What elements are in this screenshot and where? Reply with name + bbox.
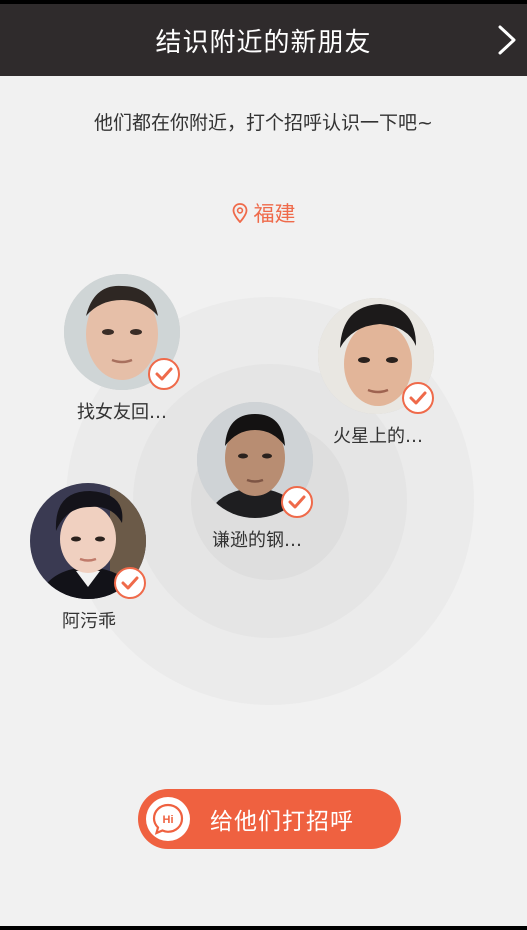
chevron-right-icon — [498, 25, 516, 55]
page-title: 结识附近的新朋友 — [155, 27, 372, 58]
checkmark-icon — [288, 495, 306, 509]
location-label: 福建 — [0, 198, 527, 228]
bottom-edge — [0, 926, 527, 930]
next-button[interactable] — [487, 4, 527, 76]
nearby-user-4[interactable]: 阿污乖 — [9, 483, 169, 633]
location-pin-icon — [232, 203, 247, 223]
selected-check-badge[interactable] — [281, 486, 313, 518]
checkmark-icon — [409, 391, 427, 405]
greet-button-label: 给他们打招呼 — [210, 809, 354, 835]
selected-check-badge[interactable] — [402, 382, 434, 414]
selected-check-badge[interactable] — [148, 358, 180, 390]
hi-badge-text: Hi — [163, 814, 174, 826]
checkmark-icon — [155, 367, 173, 381]
greet-them-button[interactable]: Hi 给他们打招呼 — [138, 789, 401, 849]
nearby-user-3[interactable]: 谦逊的钢… — [177, 402, 337, 552]
selected-check-badge[interactable] — [114, 567, 146, 599]
user-name: 谦逊的钢… — [212, 530, 302, 551]
hi-speech-bubble-icon: Hi — [146, 797, 190, 841]
subtitle-text: 他们都在你附近，打个招呼认识一下吧~ — [94, 112, 433, 134]
title-bar: 结识附近的新朋友 — [0, 4, 527, 76]
location-name: 福建 — [253, 202, 296, 226]
user-name: 阿污乖 — [62, 611, 116, 632]
checkmark-icon — [121, 576, 139, 590]
